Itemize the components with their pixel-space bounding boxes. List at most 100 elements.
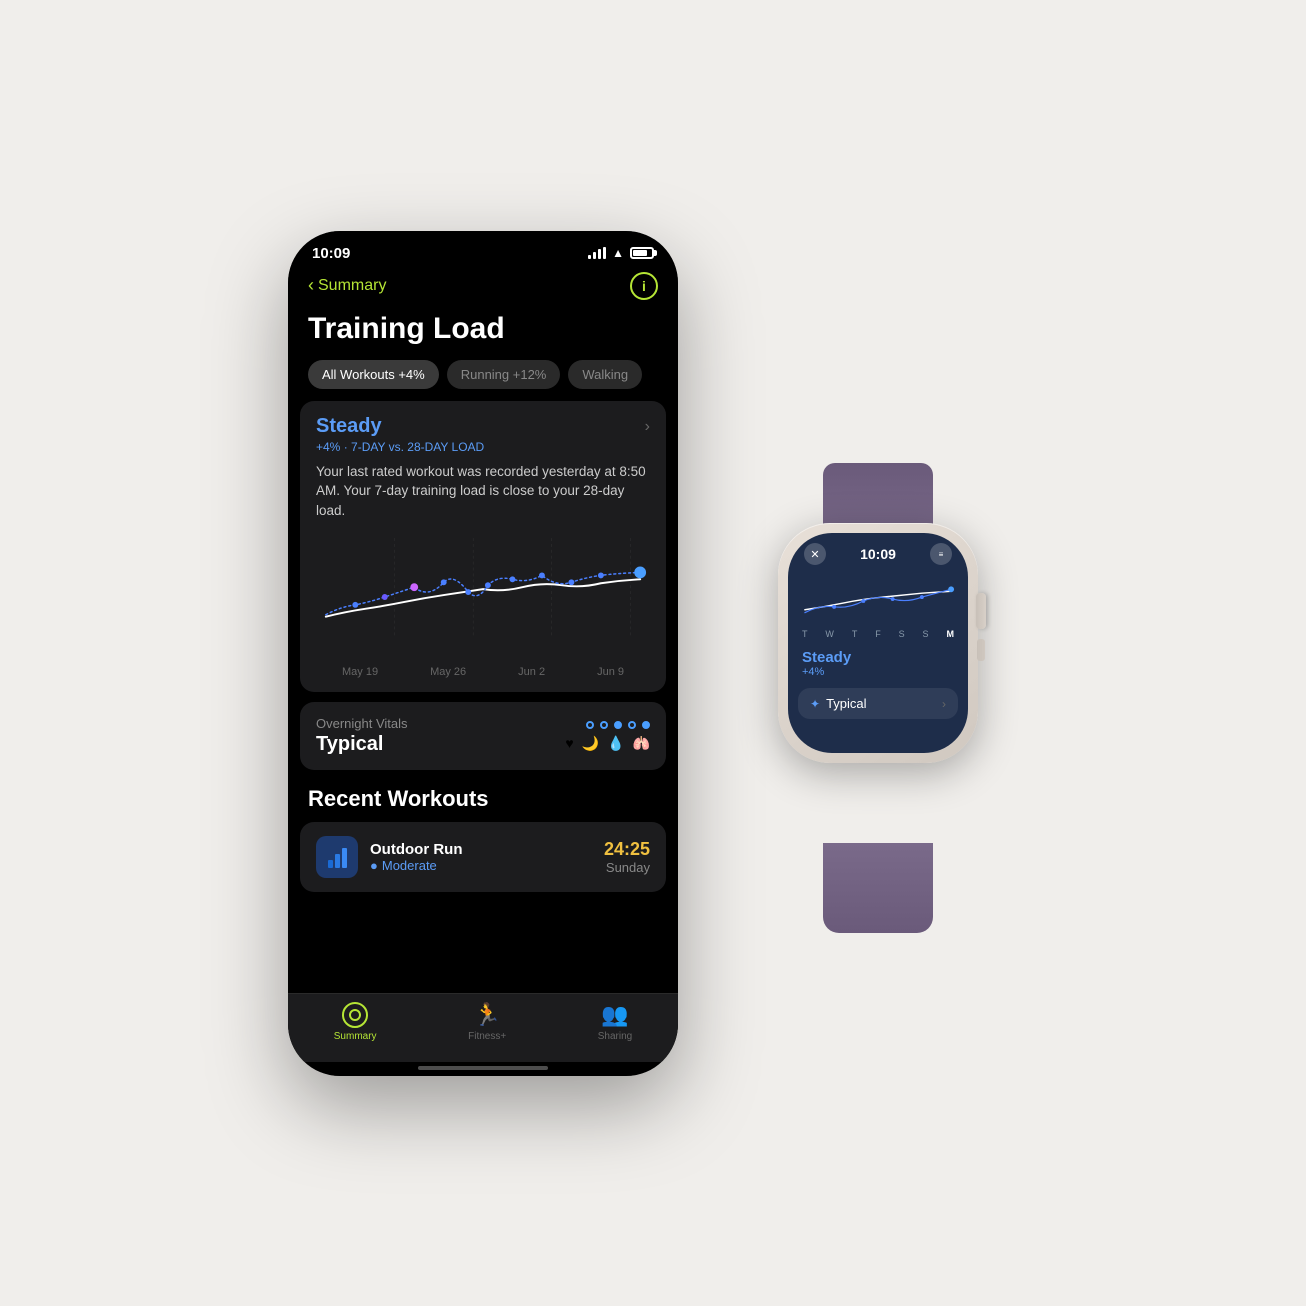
- activity-bars-icon: [328, 846, 347, 868]
- vitals-dot-3: [614, 721, 622, 729]
- recent-workouts-title: Recent Workouts: [288, 780, 678, 822]
- status-icons: ▲: [588, 246, 654, 260]
- filter-tabs: All Workouts +4% Running +12% Walking: [288, 360, 678, 401]
- sleep-icon: 🌙: [582, 735, 599, 752]
- breath-icon: 🫁: [633, 735, 650, 752]
- watch-band-bottom: [823, 843, 933, 933]
- vitals-dot-5: [642, 721, 650, 729]
- vitals-dot-1: [586, 721, 594, 729]
- workout-name: Outdoor Run: [370, 841, 592, 858]
- intensity-dot-icon: ●: [370, 858, 378, 873]
- watch-typical-icon: ✦: [810, 697, 820, 711]
- watch-status-bar: ✕ 10:09 ≡: [788, 533, 968, 569]
- watch-typical-label: Typical: [826, 696, 866, 711]
- training-load-card[interactable]: Steady › +4% · 7-DAY vs. 28-DAY LOAD You…: [300, 401, 666, 693]
- info-button[interactable]: i: [630, 272, 658, 300]
- watch-day-S1: S: [899, 629, 905, 639]
- wifi-icon: ▲: [612, 246, 624, 260]
- iphone-device: 10:09 ▲ ‹ Su: [288, 231, 678, 1076]
- watch-steady-sub: +4%: [802, 666, 954, 678]
- watch-button: [977, 639, 985, 661]
- drop-icon: 💧: [607, 735, 624, 752]
- steady-header: Steady ›: [316, 415, 650, 438]
- signal-bar-3: [598, 249, 601, 259]
- apple-watch-device: ✕ 10:09 ≡: [738, 523, 1018, 863]
- watch-steady-section: Steady +4%: [788, 645, 968, 684]
- signal-bar-4: [603, 247, 606, 259]
- workout-intensity: ● Moderate: [370, 858, 592, 873]
- watch-day-T2: T: [852, 629, 858, 639]
- watch-close-icon: ✕: [810, 548, 819, 561]
- steady-description: Your last rated workout was recorded yes…: [316, 462, 650, 521]
- tab-sharing[interactable]: 👥 Sharing: [598, 1002, 632, 1042]
- watch-case: ✕ 10:09 ≡: [778, 523, 978, 763]
- vitals-icons-panel: ♥ 🌙 💧 🫁: [565, 721, 650, 752]
- vitals-info: Overnight Vitals Typical: [316, 716, 408, 756]
- vitals-status: Typical: [316, 733, 408, 756]
- page-title: Training Load: [288, 308, 678, 360]
- spacer: [288, 902, 678, 992]
- vitals-card[interactable]: Overnight Vitals Typical ♥ 🌙 💧: [300, 702, 666, 770]
- sharing-icon: 👥: [601, 1002, 628, 1028]
- battery-icon: [630, 247, 654, 259]
- watch-day-W: W: [825, 629, 834, 639]
- chart-labels: May 19 May 26 Jun 2 Jun 9: [316, 666, 650, 678]
- tab-bar: Summary 🏃 Fitness+ 👥 Sharing: [288, 993, 678, 1062]
- vitals-dots: [586, 721, 650, 729]
- info-icon: i: [642, 278, 646, 294]
- watch-steady-title: Steady: [802, 649, 954, 666]
- watch-typical-row[interactable]: ✦ Typical ›: [798, 688, 958, 719]
- filter-tab-all-workouts[interactable]: All Workouts +4%: [308, 360, 439, 389]
- tab-summary-label: Summary: [334, 1031, 377, 1042]
- tab-sharing-label: Sharing: [598, 1031, 632, 1042]
- tab-summary[interactable]: Summary: [334, 1002, 377, 1042]
- chart-label-may19: May 19: [342, 666, 378, 678]
- watch-crown: [976, 593, 986, 629]
- scene: 10:09 ▲ ‹ Su: [288, 231, 1018, 1076]
- signal-bar-2: [593, 252, 596, 259]
- workout-info: Outdoor Run ● Moderate: [370, 841, 592, 873]
- watch-time: 10:09: [860, 546, 896, 562]
- workout-icon: [316, 836, 358, 878]
- workout-day: Sunday: [604, 860, 650, 875]
- signal-bar-1: [588, 255, 591, 259]
- watch-menu-button[interactable]: ≡: [930, 543, 952, 565]
- workout-duration: 24:25: [604, 839, 650, 860]
- chart-label-jun9: Jun 9: [597, 666, 624, 678]
- watch-typical-left: ✦ Typical: [810, 696, 867, 711]
- signal-icon: [588, 247, 606, 259]
- watch-day-M: M: [946, 629, 954, 639]
- fitnessplus-icon: 🏃: [473, 1002, 500, 1028]
- watch-screen: ✕ 10:09 ≡: [788, 533, 968, 753]
- chart-label-jun2: Jun 2: [518, 666, 545, 678]
- tab-fitnessplus[interactable]: 🏃 Fitness+: [468, 1002, 506, 1042]
- status-time: 10:09: [312, 245, 350, 262]
- back-chevron-icon: ‹: [308, 275, 314, 296]
- workout-card[interactable]: Outdoor Run ● Moderate 24:25 Sunday: [300, 822, 666, 892]
- chevron-right-icon: ›: [645, 418, 650, 436]
- watch-close-button[interactable]: ✕: [804, 543, 826, 565]
- steady-subtitle: +4% · 7-DAY vs. 28-DAY LOAD: [316, 440, 650, 454]
- watch-day-F: F: [875, 629, 881, 639]
- watch-day-T1: T: [802, 629, 808, 639]
- battery-fill: [633, 250, 647, 256]
- chart-label-may26: May 26: [430, 666, 466, 678]
- watch-menu-icon: ≡: [939, 550, 944, 559]
- back-label: Summary: [318, 277, 386, 295]
- status-bar: 10:09 ▲: [288, 231, 678, 266]
- watch-chart: [788, 569, 968, 629]
- steady-title: Steady: [316, 415, 382, 438]
- iphone-screen: 10:09 ▲ ‹ Su: [288, 231, 678, 1076]
- filter-tab-running[interactable]: Running +12%: [447, 360, 561, 389]
- vitals-metric-icons: ♥ 🌙 💧 🫁: [565, 735, 650, 752]
- training-chart: [316, 532, 650, 662]
- filter-tab-walking[interactable]: Walking: [568, 360, 642, 389]
- watch-day-labels: T W T F S S M: [788, 629, 968, 639]
- vitals-label: Overnight Vitals: [316, 716, 408, 731]
- tab-fitnessplus-label: Fitness+: [468, 1031, 506, 1042]
- nav-bar: ‹ Summary i: [288, 266, 678, 308]
- back-button[interactable]: ‹ Summary: [308, 275, 386, 296]
- workout-right: 24:25 Sunday: [604, 839, 650, 875]
- watch-day-S2: S: [923, 629, 929, 639]
- heart-icon: ♥: [565, 735, 573, 752]
